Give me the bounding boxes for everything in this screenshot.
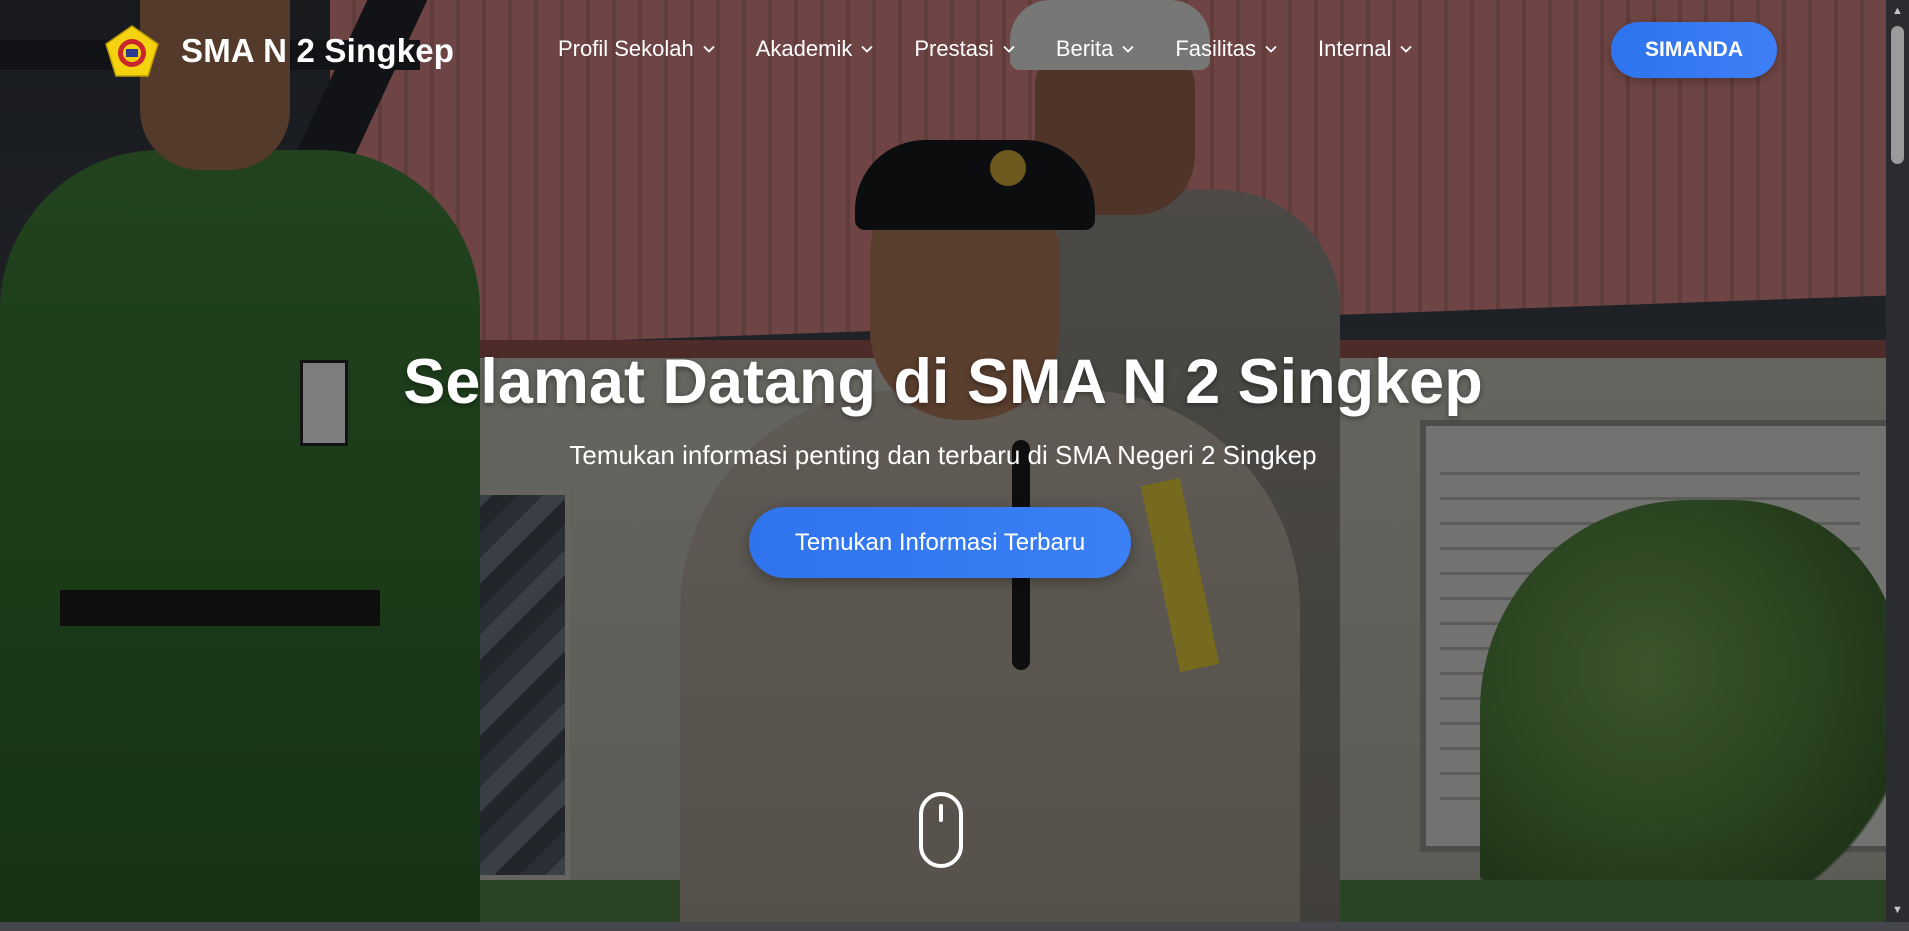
nav-item-berita[interactable]: Berita [1056,36,1135,62]
browser-viewport: SMA N 2 Singkep Profil Sekolah Akademik … [0,0,1886,922]
nav-item-fasilitas[interactable]: Fasilitas [1175,36,1278,62]
nav-item-label: Berita [1055,36,1114,61]
window-bottom-edge [0,922,1909,931]
navbar: SMA N 2 Singkep Profil Sekolah Akademik … [0,0,1886,100]
chevron-down-icon [1265,45,1277,53]
nav-item-label: Profil Sekolah [558,36,694,61]
brand-name[interactable]: SMA N 2 Singkep [181,32,454,70]
chevron-down-icon [1400,45,1413,53]
chevron-down-icon [861,45,873,53]
chevron-down-icon [703,45,715,53]
nav-item-label: Akademik [755,36,853,61]
find-latest-info-button[interactable]: Temukan Informasi Terbaru [749,507,1131,578]
school-crest-icon[interactable] [104,24,160,80]
nav-item-prestasi[interactable]: Prestasi [914,36,1015,62]
page-scrollbar[interactable]: ▲ ▼ [1886,0,1909,922]
chevron-down-icon [1122,45,1134,53]
chevron-down-icon [1003,45,1015,53]
nav-item-internal[interactable]: Internal [1318,36,1413,62]
simanda-button[interactable]: SIMANDA [1611,22,1777,78]
scrollbar-thumb[interactable] [1891,26,1904,164]
nav-item-profil-sekolah[interactable]: Profil Sekolah [558,36,716,62]
nav-item-label: Fasilitas [1175,36,1256,61]
hero-title: Selamat Datang di SMA N 2 Singkep [403,347,1483,417]
hero-subtitle: Temukan informasi penting dan terbaru di… [569,440,1317,470]
mouse-scroll-icon[interactable] [917,790,965,870]
nav-item-label: Internal [1318,36,1392,61]
nav-item-akademik[interactable]: Akademik [756,36,875,62]
scroll-down-arrow-icon[interactable]: ▼ [1890,903,1905,918]
scroll-up-arrow-icon[interactable]: ▲ [1890,4,1905,19]
nav-menu: Profil Sekolah Akademik Prestasi Berita … [558,36,1453,62]
nav-item-label: Prestasi [914,36,994,61]
